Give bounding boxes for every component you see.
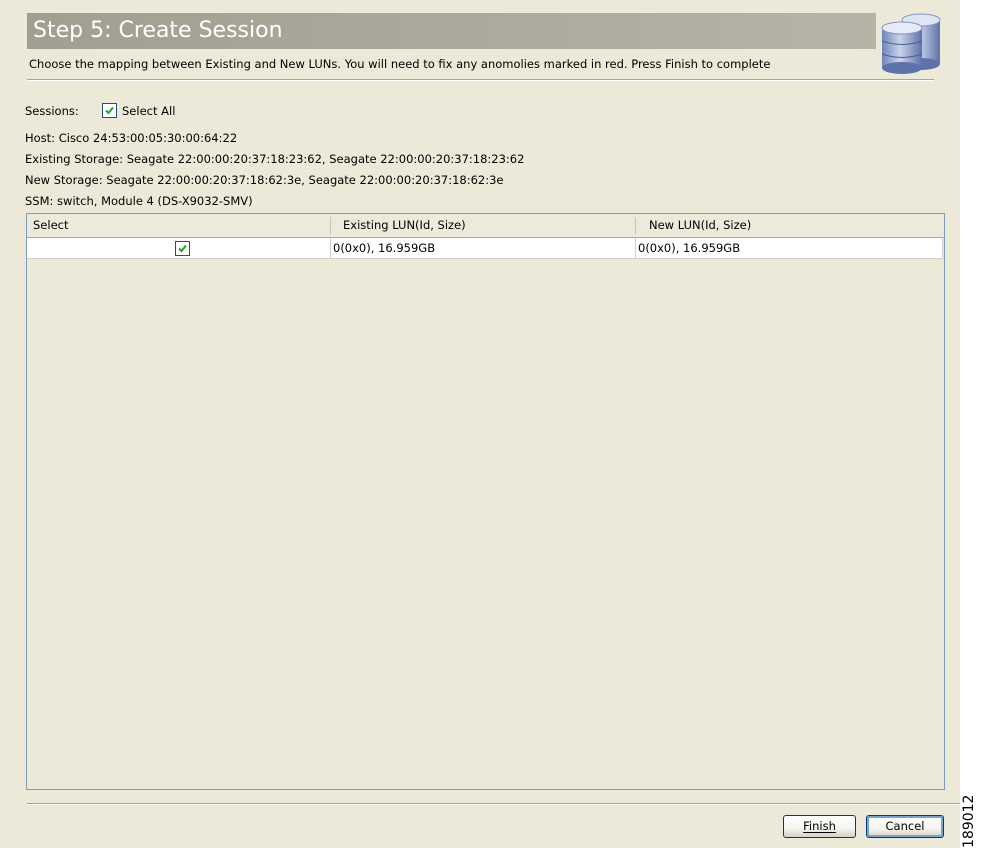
column-header-select[interactable]: Select [33,214,327,237]
page-title: Step 5: Create Session [33,18,283,43]
database-icon [878,10,942,76]
select-all-label[interactable]: Select All [122,104,175,118]
column-divider [330,217,331,234]
column-header-new-lun[interactable]: New LUN(Id, Size) [649,214,939,237]
ssm-info: SSM: switch, Module 4 (DS-X9032-SMV) [25,194,253,208]
finish-button-label: Finish [803,819,836,833]
select-cell[interactable] [27,238,331,258]
column-header-existing-lun[interactable]: Existing LUN(Id, Size) [343,214,633,237]
cancel-button[interactable]: Cancel [866,815,944,838]
host-info: Host: Cisco 24:53:00:05:30:00:64:22 [25,131,238,145]
page-subtitle: Choose the mapping between Existing and … [29,57,771,71]
select-all-checkbox[interactable] [102,103,117,118]
finish-button[interactable]: Finish [783,815,856,838]
sessions-label: Sessions: [25,104,79,118]
title-bar: Step 5: Create Session [27,13,876,49]
column-divider [635,217,636,234]
existing-lun-cell[interactable]: 0(0x0), 16.959GB [331,238,636,258]
header-divider [27,79,934,81]
table-row[interactable]: 0(0x0), 16.959GB 0(0x0), 16.959GB [27,238,943,259]
lun-mapping-table[interactable]: Select Existing LUN(Id, Size) New LUN(Id… [26,213,945,790]
existing-storage-info: Existing Storage: Seagate 22:00:00:20:37… [25,152,525,166]
footer-divider [27,803,960,805]
new-storage-info: New Storage: Seagate 22:00:00:20:37:18:6… [25,173,504,187]
new-lun-cell[interactable]: 0(0x0), 16.959GB [636,238,943,258]
table-header: Select Existing LUN(Id, Size) New LUN(Id… [27,214,944,238]
checkmark-icon [105,106,114,115]
wizard-window: Step 5: Create Session Choose the mappin… [0,0,960,848]
checkmark-icon [178,244,187,253]
figure-id: 189012 [961,794,977,848]
cancel-button-label: Cancel [885,819,925,833]
row-select-checkbox[interactable] [175,241,190,256]
